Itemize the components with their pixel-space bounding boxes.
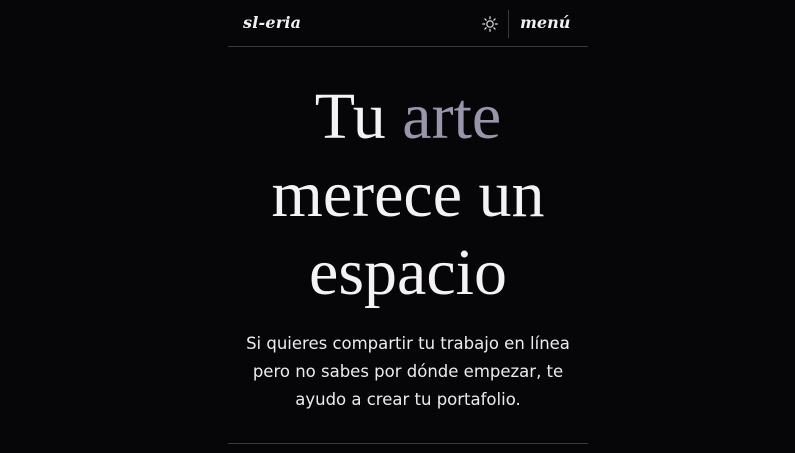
- page: sl-eria menú Tu arte merece un espacio S…: [0, 0, 795, 453]
- hero-subtitle: Si quieres compartir tu trabajo en línea…: [246, 334, 570, 409]
- section-divider: [228, 443, 588, 444]
- header-divider: [508, 10, 509, 38]
- sun-icon[interactable]: [482, 16, 498, 32]
- hero-title-accent: arte: [402, 80, 502, 153]
- site-header: sl-eria menú: [228, 0, 588, 47]
- hero-title-part1: Tu: [314, 80, 403, 153]
- hero-title-part2: merece un espacio: [271, 158, 545, 309]
- hero-title: Tu arte merece un espacio: [228, 78, 588, 312]
- site-logo[interactable]: sl-eria: [243, 13, 301, 32]
- menu-button[interactable]: menú: [520, 13, 570, 32]
- content-column: sl-eria menú Tu arte merece un espacio S…: [228, 0, 588, 453]
